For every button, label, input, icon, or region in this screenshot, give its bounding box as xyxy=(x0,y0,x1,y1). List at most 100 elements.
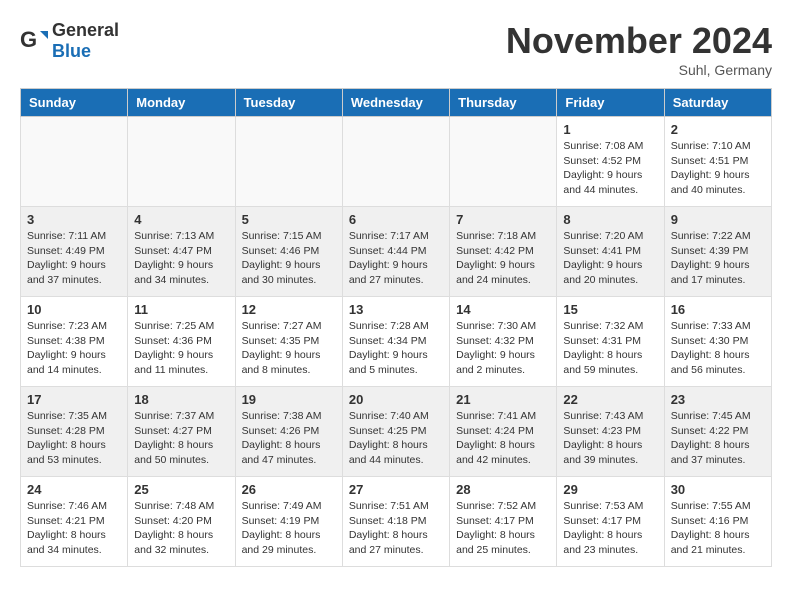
weekday-header: Thursday xyxy=(450,89,557,117)
day-number: 30 xyxy=(671,482,765,497)
calendar-cell: 18Sunrise: 7:37 AM Sunset: 4:27 PM Dayli… xyxy=(128,387,235,477)
day-number: 28 xyxy=(456,482,550,497)
calendar-cell: 4 Sunrise: 7:13 AM Sunset: 4:47 PM Daylig… xyxy=(128,207,235,297)
day-info: Sunrise: 7:49 AM Sunset: 4:19 PM Dayligh… xyxy=(242,499,336,558)
day-number: 23 xyxy=(671,392,765,407)
calendar-cell: 15 Sunrise: 7:32 AM Sunset: 4:31 PM Dayli… xyxy=(557,297,664,387)
calendar-cell: 17 Sunrise: 7:35 AM Sunset: 4:28 PM Dayli… xyxy=(21,387,128,477)
day-info: Sunrise: 7:37 AM Sunset: 4:27 PM Dayligh… xyxy=(134,409,228,468)
calendar-cell: 1 Sunrise: 7:08 AM Sunset: 4:52 PM Daylig… xyxy=(557,117,664,207)
day-info: Sunrise: 7:32 AM Sunset: 4:31 PM Dayligh… xyxy=(563,319,657,378)
day-number: 1 xyxy=(563,122,657,137)
calendar-row: 10 Sunrise: 7:23 AM Sunset: 4:38 PM Dayli… xyxy=(21,297,772,387)
location: Suhl, Germany xyxy=(506,62,772,78)
logo-icon: G xyxy=(20,27,48,55)
day-number: 17 xyxy=(27,392,121,407)
day-number: 8 xyxy=(563,212,657,227)
calendar-cell xyxy=(450,117,557,207)
day-info: Sunrise: 7:51 AM Sunset: 4:18 PM Dayligh… xyxy=(349,499,443,558)
day-number: 15 xyxy=(563,302,657,317)
day-info: Sunrise: 7:23 AM Sunset: 4:38 PM Dayligh… xyxy=(27,319,121,378)
calendar-cell: 29 Sunrise: 7:53 AM Sunset: 4:17 PM Dayli… xyxy=(557,477,664,567)
day-number: 27 xyxy=(349,482,443,497)
weekday-header: Monday xyxy=(128,89,235,117)
calendar-cell xyxy=(235,117,342,207)
calendar-cell: 28 Sunrise: 7:52 AM Sunset: 4:17 PM Dayli… xyxy=(450,477,557,567)
day-number: 12 xyxy=(242,302,336,317)
day-info: Sunrise: 7:11 AM Sunset: 4:49 PM Dayligh… xyxy=(27,229,121,288)
day-number: 9 xyxy=(671,212,765,227)
calendar-cell: 10 Sunrise: 7:23 AM Sunset: 4:38 PM Dayli… xyxy=(21,297,128,387)
calendar-cell: 24 Sunrise: 7:46 AM Sunset: 4:21 PM Dayli… xyxy=(21,477,128,567)
title-area: November 2024 Suhl, Germany xyxy=(506,20,772,78)
calendar-cell: 2 Sunrise: 7:10 AM Sunset: 4:51 PM Daylig… xyxy=(664,117,771,207)
calendar-cell: 22 Sunrise: 7:43 AM Sunset: 4:23 PM Dayli… xyxy=(557,387,664,477)
day-number: 6 xyxy=(349,212,443,227)
calendar-cell: 8 Sunrise: 7:20 AM Sunset: 4:41 PM Daylig… xyxy=(557,207,664,297)
day-info: Sunrise: 7:45 AM Sunset: 4:22 PM Dayligh… xyxy=(671,409,765,468)
calendar-cell xyxy=(128,117,235,207)
day-info: Sunrise: 7:43 AM Sunset: 4:23 PM Dayligh… xyxy=(563,409,657,468)
day-info: Sunrise: 7:25 AM Sunset: 4:36 PM Dayligh… xyxy=(134,319,228,378)
svg-text:G: G xyxy=(20,27,37,52)
calendar-cell: 9 Sunrise: 7:22 AM Sunset: 4:39 PM Daylig… xyxy=(664,207,771,297)
day-info: Sunrise: 7:10 AM Sunset: 4:51 PM Dayligh… xyxy=(671,139,765,198)
day-number: 22 xyxy=(563,392,657,407)
logo-text: General Blue xyxy=(52,20,119,62)
day-info: Sunrise: 7:15 AM Sunset: 4:46 PM Dayligh… xyxy=(242,229,336,288)
calendar-cell: 30 Sunrise: 7:55 AM Sunset: 4:16 PM Dayli… xyxy=(664,477,771,567)
day-number: 16 xyxy=(671,302,765,317)
day-number: 2 xyxy=(671,122,765,137)
weekday-header: Friday xyxy=(557,89,664,117)
calendar-cell: 26 Sunrise: 7:49 AM Sunset: 4:19 PM Dayli… xyxy=(235,477,342,567)
day-info: Sunrise: 7:33 AM Sunset: 4:30 PM Dayligh… xyxy=(671,319,765,378)
day-number: 4 xyxy=(134,212,228,227)
day-number: 20 xyxy=(349,392,443,407)
weekday-header: Sunday xyxy=(21,89,128,117)
day-info: Sunrise: 7:52 AM Sunset: 4:17 PM Dayligh… xyxy=(456,499,550,558)
day-info: Sunrise: 7:35 AM Sunset: 4:28 PM Dayligh… xyxy=(27,409,121,468)
month-title: November 2024 xyxy=(506,20,772,62)
calendar-row: 17 Sunrise: 7:35 AM Sunset: 4:28 PM Dayli… xyxy=(21,387,772,477)
day-info: Sunrise: 7:13 AM Sunset: 4:47 PM Dayligh… xyxy=(134,229,228,288)
header: G General Blue November 2024 Suhl, Germa… xyxy=(20,20,772,78)
logo-blue: Blue xyxy=(52,41,91,61)
calendar-cell xyxy=(21,117,128,207)
day-info: Sunrise: 7:48 AM Sunset: 4:20 PM Dayligh… xyxy=(134,499,228,558)
day-info: Sunrise: 7:40 AM Sunset: 4:25 PM Dayligh… xyxy=(349,409,443,468)
day-info: Sunrise: 7:27 AM Sunset: 4:35 PM Dayligh… xyxy=(242,319,336,378)
day-info: Sunrise: 7:55 AM Sunset: 4:16 PM Dayligh… xyxy=(671,499,765,558)
calendar-cell: 20 Sunrise: 7:40 AM Sunset: 4:25 PM Dayli… xyxy=(342,387,449,477)
day-number: 5 xyxy=(242,212,336,227)
day-number: 14 xyxy=(456,302,550,317)
day-number: 25 xyxy=(134,482,228,497)
day-info: Sunrise: 7:08 AM Sunset: 4:52 PM Dayligh… xyxy=(563,139,657,198)
calendar-row: 24 Sunrise: 7:46 AM Sunset: 4:21 PM Dayli… xyxy=(21,477,772,567)
day-info: Sunrise: 7:41 AM Sunset: 4:24 PM Dayligh… xyxy=(456,409,550,468)
calendar-row: 1 Sunrise: 7:08 AM Sunset: 4:52 PM Daylig… xyxy=(21,117,772,207)
day-number: 21 xyxy=(456,392,550,407)
day-info: Sunrise: 7:20 AM Sunset: 4:41 PM Dayligh… xyxy=(563,229,657,288)
calendar-cell: 5 Sunrise: 7:15 AM Sunset: 4:46 PM Daylig… xyxy=(235,207,342,297)
day-number: 24 xyxy=(27,482,121,497)
day-number: 29 xyxy=(563,482,657,497)
day-number: 13 xyxy=(349,302,443,317)
calendar-cell: 25 Sunrise: 7:48 AM Sunset: 4:20 PM Dayli… xyxy=(128,477,235,567)
day-info: Sunrise: 7:53 AM Sunset: 4:17 PM Dayligh… xyxy=(563,499,657,558)
day-info: Sunrise: 7:22 AM Sunset: 4:39 PM Dayligh… xyxy=(671,229,765,288)
calendar-table: SundayMondayTuesdayWednesdayThursdayFrid… xyxy=(20,88,772,567)
weekday-header: Tuesday xyxy=(235,89,342,117)
weekday-header: Wednesday xyxy=(342,89,449,117)
day-number: 10 xyxy=(27,302,121,317)
day-number: 7 xyxy=(456,212,550,227)
calendar-row: 3Sunrise: 7:11 AM Sunset: 4:49 PM Daylig… xyxy=(21,207,772,297)
day-number: 11 xyxy=(134,302,228,317)
day-info: Sunrise: 7:46 AM Sunset: 4:21 PM Dayligh… xyxy=(27,499,121,558)
day-number: 19 xyxy=(242,392,336,407)
calendar-cell: 19Sunrise: 7:38 AM Sunset: 4:26 PM Dayli… xyxy=(235,387,342,477)
day-number: 26 xyxy=(242,482,336,497)
day-info: Sunrise: 7:30 AM Sunset: 4:32 PM Dayligh… xyxy=(456,319,550,378)
calendar-cell: 12 Sunrise: 7:27 AM Sunset: 4:35 PM Dayli… xyxy=(235,297,342,387)
calendar-cell: 7Sunrise: 7:18 AM Sunset: 4:42 PM Daylig… xyxy=(450,207,557,297)
calendar-cell: 21 Sunrise: 7:41 AM Sunset: 4:24 PM Dayli… xyxy=(450,387,557,477)
